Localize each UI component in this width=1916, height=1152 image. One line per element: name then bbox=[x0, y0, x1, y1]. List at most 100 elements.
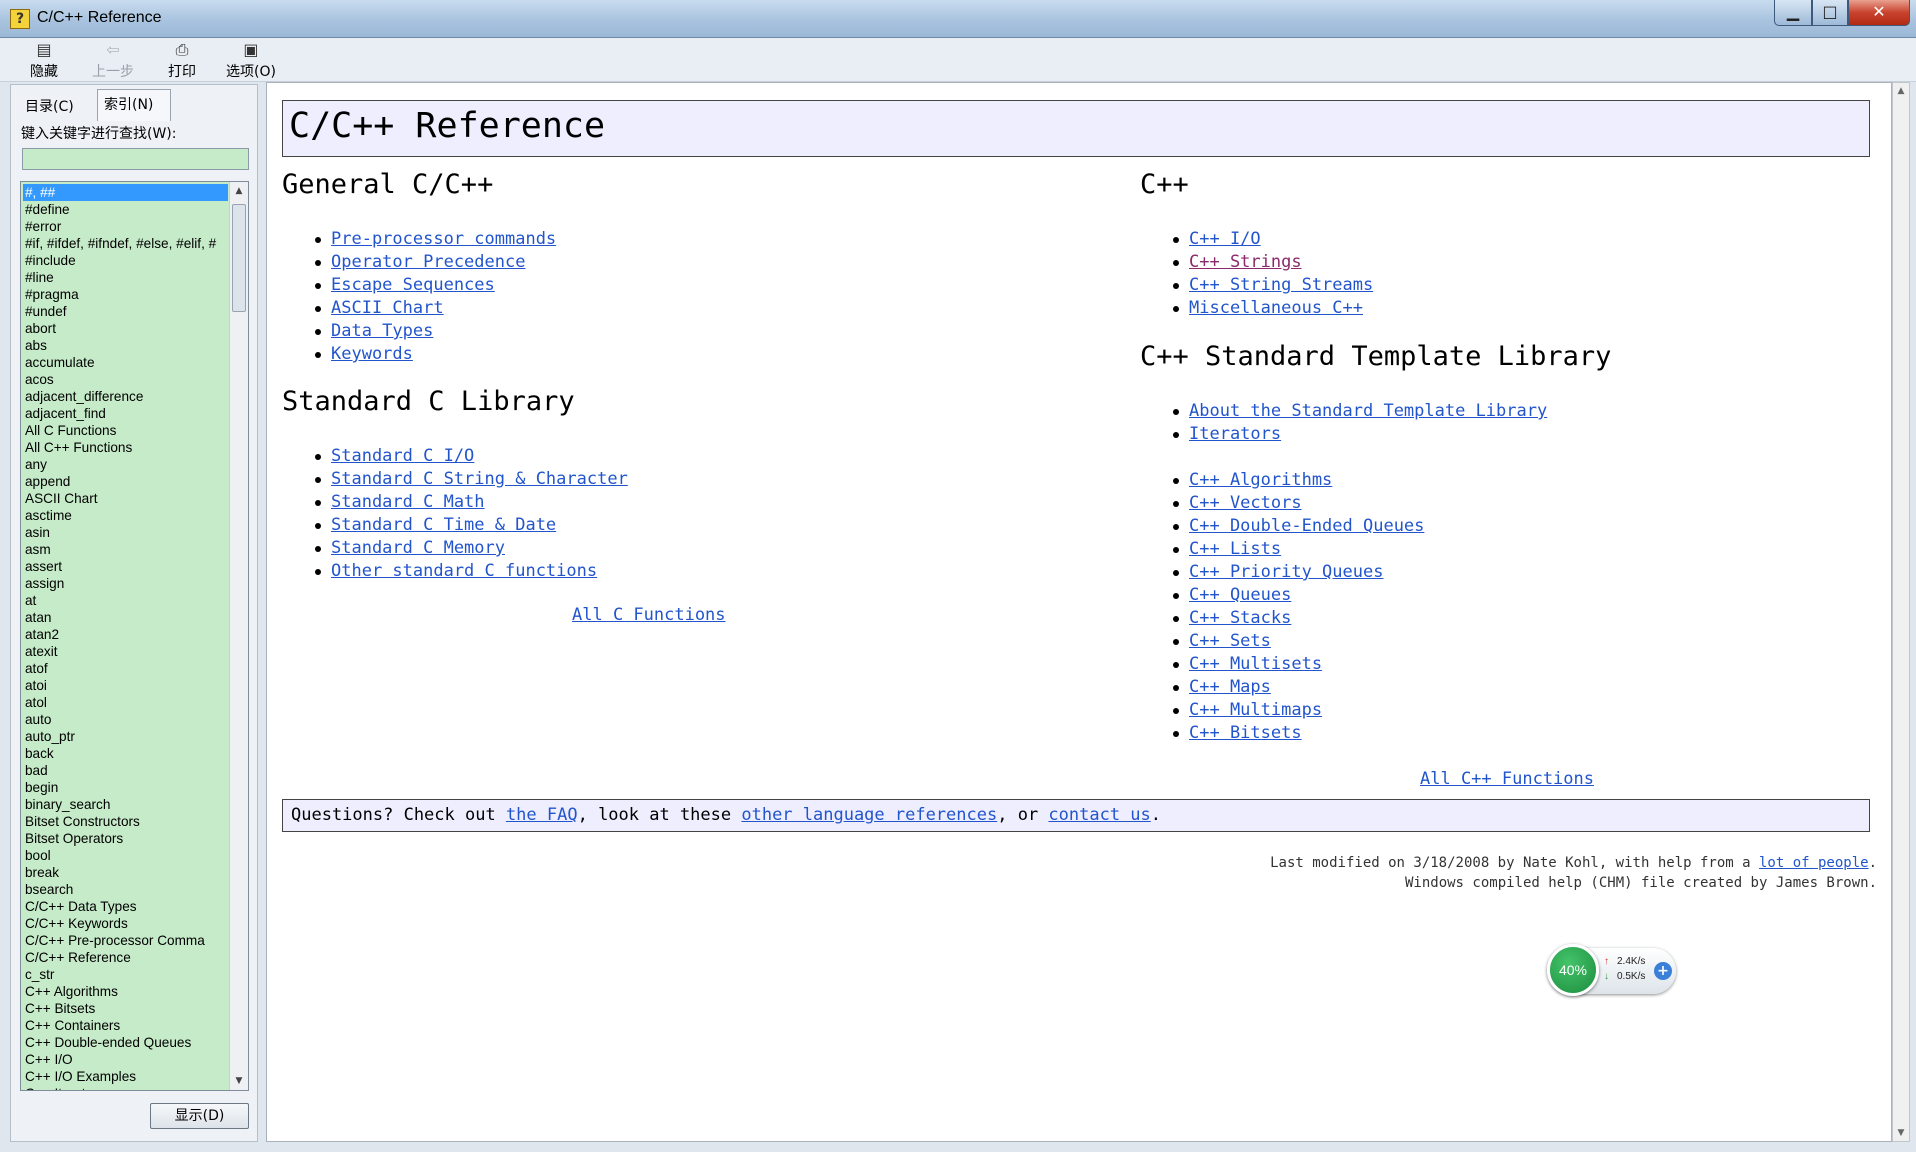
keyword-item[interactable]: break bbox=[23, 864, 228, 881]
keyword-item[interactable]: #define bbox=[23, 201, 228, 218]
reference-link[interactable]: C++ Bitsets bbox=[1189, 723, 1302, 743]
keyword-item[interactable]: #if, #ifdef, #ifndef, #else, #elif, # bbox=[23, 235, 228, 252]
keyword-item[interactable]: atol bbox=[23, 694, 228, 711]
scroll-down-arrow-icon[interactable]: ▼ bbox=[230, 1072, 248, 1090]
reference-link[interactable]: Pre-processor commands bbox=[331, 229, 556, 249]
keyword-item[interactable]: All C Functions bbox=[23, 422, 228, 439]
keyword-item[interactable]: atof bbox=[23, 660, 228, 677]
keyword-item[interactable]: #include bbox=[23, 252, 228, 269]
keyword-item[interactable]: C/C++ Data Types bbox=[23, 898, 228, 915]
keyword-item[interactable]: abs bbox=[23, 337, 228, 354]
all-c-functions-link[interactable]: All C Functions bbox=[572, 605, 726, 625]
keyword-item[interactable]: acos bbox=[23, 371, 228, 388]
speedup-plus-icon[interactable]: + bbox=[1654, 962, 1672, 980]
other-references-link[interactable]: other language references bbox=[741, 805, 997, 825]
keyword-item[interactable]: bsearch bbox=[23, 881, 228, 898]
faq-link[interactable]: the FAQ bbox=[506, 805, 578, 825]
keyword-item[interactable]: C++ Bitsets bbox=[23, 1000, 228, 1017]
maximize-button[interactable]: □ bbox=[1812, 0, 1848, 26]
keyword-item[interactable]: binary_search bbox=[23, 796, 228, 813]
reference-link[interactable]: Operator Precedence bbox=[331, 252, 525, 272]
reference-link[interactable]: Standard C String & Character bbox=[331, 469, 628, 489]
keyword-item[interactable]: assert bbox=[23, 558, 228, 575]
reference-link[interactable]: C++ Queues bbox=[1189, 585, 1291, 605]
reference-link[interactable]: C++ Multimaps bbox=[1189, 700, 1322, 720]
keyword-item[interactable]: bad bbox=[23, 762, 228, 779]
keyword-item[interactable]: adjacent_find bbox=[23, 405, 228, 422]
keyword-item[interactable]: bool bbox=[23, 847, 228, 864]
keyword-item[interactable]: #, ## bbox=[23, 184, 228, 201]
keyword-item[interactable]: auto bbox=[23, 711, 228, 728]
reference-link[interactable]: Miscellaneous C++ bbox=[1189, 298, 1363, 318]
keyword-item[interactable]: back bbox=[23, 745, 228, 762]
reference-link[interactable]: Other standard C functions bbox=[331, 561, 597, 581]
keyword-item[interactable]: atoi bbox=[23, 677, 228, 694]
reference-link[interactable]: C++ I/O bbox=[1189, 229, 1261, 249]
keyword-item[interactable]: begin bbox=[23, 779, 228, 796]
keyword-item[interactable]: at bbox=[23, 592, 228, 609]
reference-link[interactable]: Standard C Memory bbox=[331, 538, 505, 558]
keyword-search-input[interactable] bbox=[22, 148, 249, 170]
options-button[interactable]: ▣ 选项(O) bbox=[226, 40, 276, 81]
tab-index[interactable]: 索引(N) bbox=[97, 89, 171, 121]
scroll-up-arrow-icon[interactable]: ▲ bbox=[230, 182, 248, 200]
reference-link[interactable]: C++ Maps bbox=[1189, 677, 1271, 697]
keyword-item[interactable]: atexit bbox=[23, 643, 228, 660]
reference-link[interactable]: Standard C Math bbox=[331, 492, 485, 512]
close-button[interactable]: ✕ bbox=[1848, 0, 1910, 26]
keyword-item[interactable]: C++ I/O bbox=[23, 1051, 228, 1068]
keyword-item[interactable]: append bbox=[23, 473, 228, 490]
keyword-list[interactable]: #, ## #define #error #if, #ifdef, #ifndef, … bbox=[20, 181, 249, 1091]
keyword-item[interactable]: Bitset Constructors bbox=[23, 813, 228, 830]
keyword-item[interactable]: atan bbox=[23, 609, 228, 626]
reference-link[interactable]: C++ String Streams bbox=[1189, 275, 1373, 295]
reference-link[interactable]: C++ Lists bbox=[1189, 539, 1281, 559]
keyword-item[interactable]: #error bbox=[23, 218, 228, 235]
keyword-item[interactable]: C/C++ Keywords bbox=[23, 915, 228, 932]
reference-link[interactable]: Standard C Time & Date bbox=[331, 515, 556, 535]
reference-link[interactable]: C++ Vectors bbox=[1189, 493, 1302, 513]
reference-link[interactable]: C++ Algorithms bbox=[1189, 470, 1332, 490]
reference-link[interactable]: C++ Priority Queues bbox=[1189, 562, 1383, 582]
reference-link[interactable]: Keywords bbox=[331, 344, 413, 364]
contact-link[interactable]: contact us bbox=[1048, 805, 1150, 825]
keyword-item[interactable]: #line bbox=[23, 269, 228, 286]
hide-button[interactable]: ▤ 隐藏 bbox=[30, 40, 58, 81]
keyword-item[interactable]: atan2 bbox=[23, 626, 228, 643]
pane-splitter[interactable] bbox=[258, 84, 266, 1142]
all-cpp-functions-link[interactable]: All C++ Functions bbox=[1420, 769, 1594, 789]
display-button[interactable]: 显示(D) bbox=[150, 1103, 249, 1129]
keyword-item[interactable]: ASCII Chart bbox=[23, 490, 228, 507]
keyword-item[interactable]: Bitset Operators bbox=[23, 830, 228, 847]
keyword-item[interactable]: C++ Iterators bbox=[23, 1085, 228, 1090]
keyword-item[interactable]: C++ Algorithms bbox=[23, 983, 228, 1000]
keyword-item[interactable]: All C++ Functions bbox=[23, 439, 228, 456]
keyword-item[interactable]: c_str bbox=[23, 966, 228, 983]
reference-link[interactable]: About the Standard Template Library bbox=[1189, 401, 1547, 421]
minimize-button[interactable]: ▁ bbox=[1774, 0, 1812, 26]
memory-usage-percent[interactable]: 40% bbox=[1547, 944, 1599, 996]
reference-link[interactable]: C++ Double-Ended Queues bbox=[1189, 516, 1424, 536]
keyword-item[interactable]: asctime bbox=[23, 507, 228, 524]
keyword-item[interactable]: asin bbox=[23, 524, 228, 541]
tab-contents[interactable]: 目录(C) bbox=[19, 95, 93, 121]
reference-link[interactable]: C++ Strings bbox=[1189, 252, 1302, 272]
keyword-list-scrollbar[interactable]: ▲ ▼ bbox=[229, 182, 248, 1090]
reference-link[interactable]: C++ Multisets bbox=[1189, 654, 1322, 674]
reference-link[interactable]: Iterators bbox=[1189, 424, 1281, 444]
keyword-item[interactable]: accumulate bbox=[23, 354, 228, 371]
scroll-down-arrow-icon[interactable]: ▼ bbox=[1893, 1125, 1909, 1141]
keyword-item[interactable]: abort bbox=[23, 320, 228, 337]
keyword-item[interactable]: C++ Containers bbox=[23, 1017, 228, 1034]
keyword-item[interactable]: C/C++ Pre-processor Comma bbox=[23, 932, 228, 949]
keyword-item[interactable]: adjacent_difference bbox=[23, 388, 228, 405]
keyword-item[interactable]: C++ I/O Examples bbox=[23, 1068, 228, 1085]
keyword-item[interactable]: #pragma bbox=[23, 286, 228, 303]
keyword-item[interactable]: #undef bbox=[23, 303, 228, 320]
reference-link[interactable]: C++ Sets bbox=[1189, 631, 1271, 651]
keyword-item[interactable]: asm bbox=[23, 541, 228, 558]
keyword-item[interactable]: C++ Double-ended Queues bbox=[23, 1034, 228, 1051]
content-scrollbar[interactable]: ▲ ▼ bbox=[1892, 82, 1910, 1142]
scroll-thumb[interactable] bbox=[232, 204, 246, 312]
reference-link[interactable]: ASCII Chart bbox=[331, 298, 444, 318]
